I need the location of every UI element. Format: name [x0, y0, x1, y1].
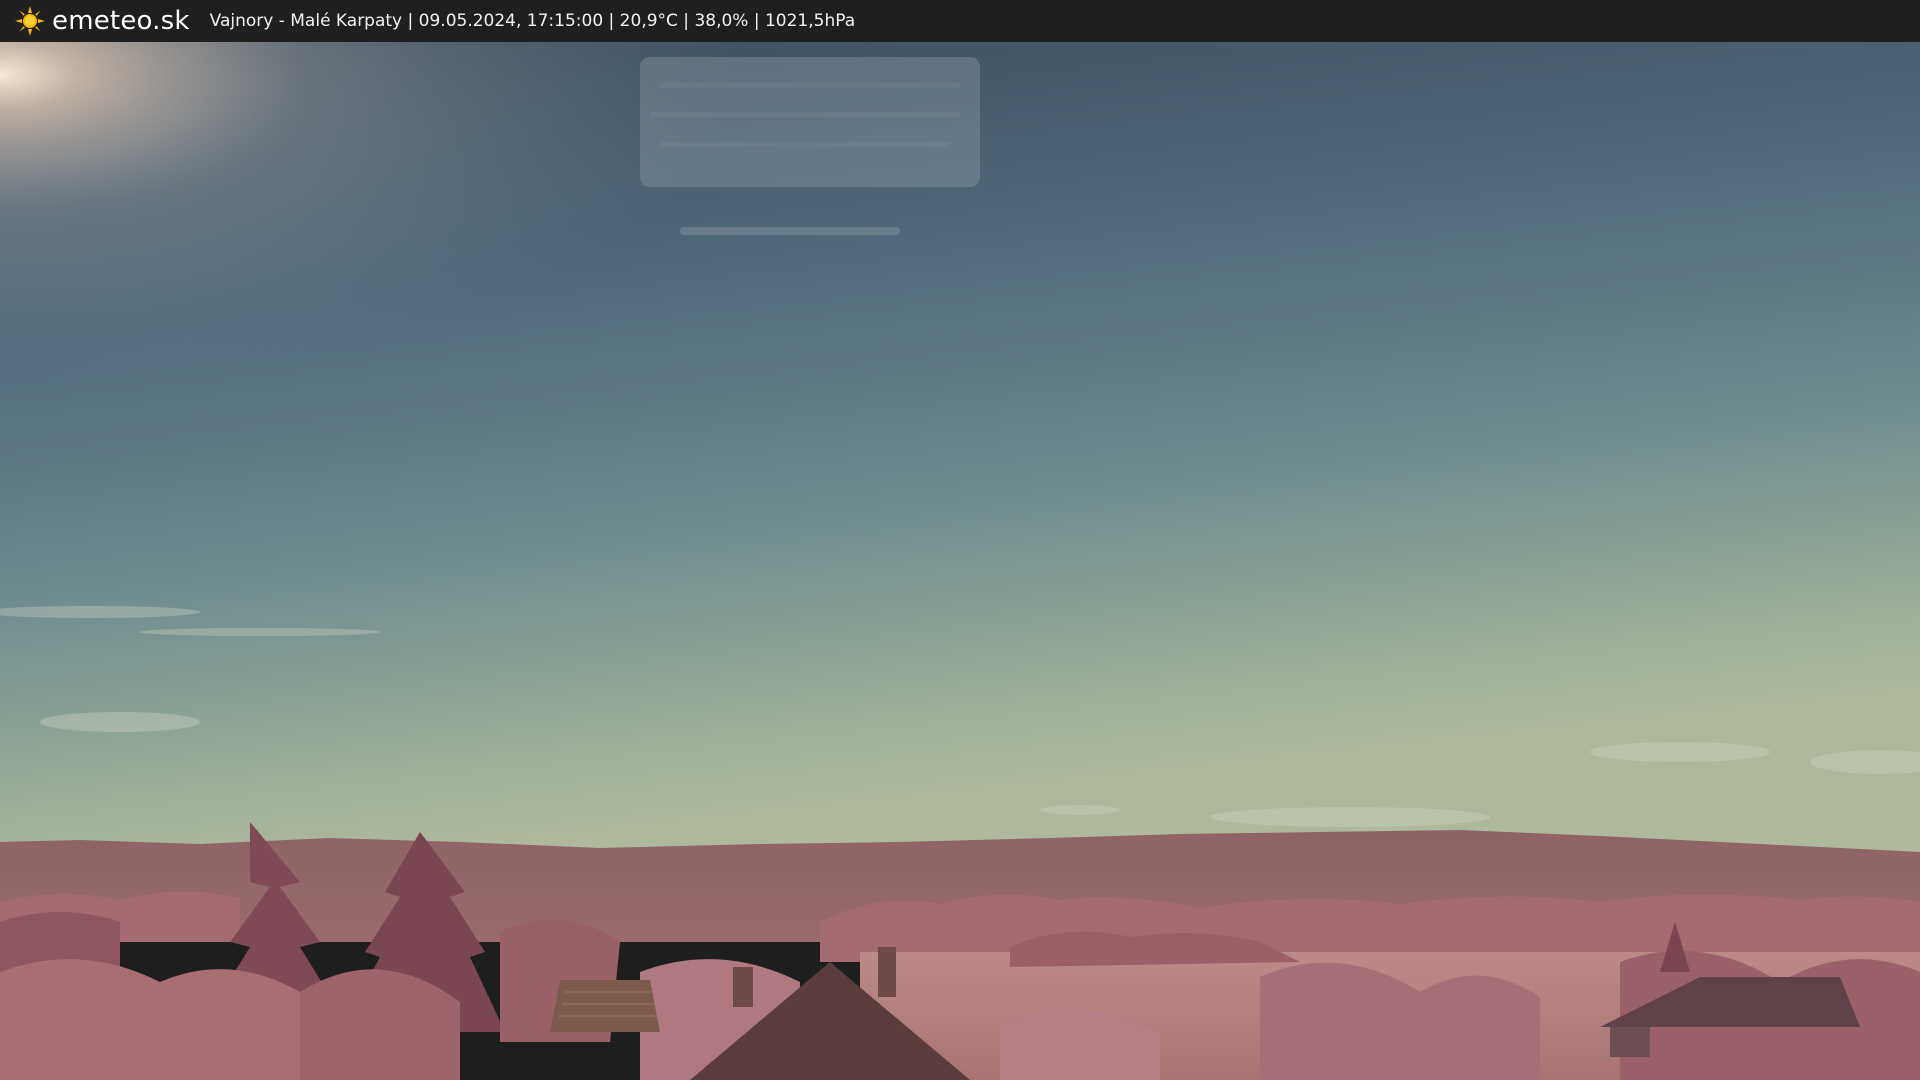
site-logo[interactable]: emeteo.sk — [14, 5, 190, 37]
webcam-image — [0, 42, 1920, 1080]
webcam-caption: Vajnory - Malé Karpaty | 09.05.2024, 17:… — [209, 10, 856, 31]
site-brand-name: emeteo.sk — [52, 6, 190, 36]
webcam-header-bar: emeteo.sk Vajnory - Malé Karpaty | 09.05… — [0, 0, 1920, 42]
webcam-frame: emeteo.sk Vajnory - Malé Karpaty | 09.05… — [0, 0, 1920, 1080]
sun-icon — [15, 6, 45, 36]
